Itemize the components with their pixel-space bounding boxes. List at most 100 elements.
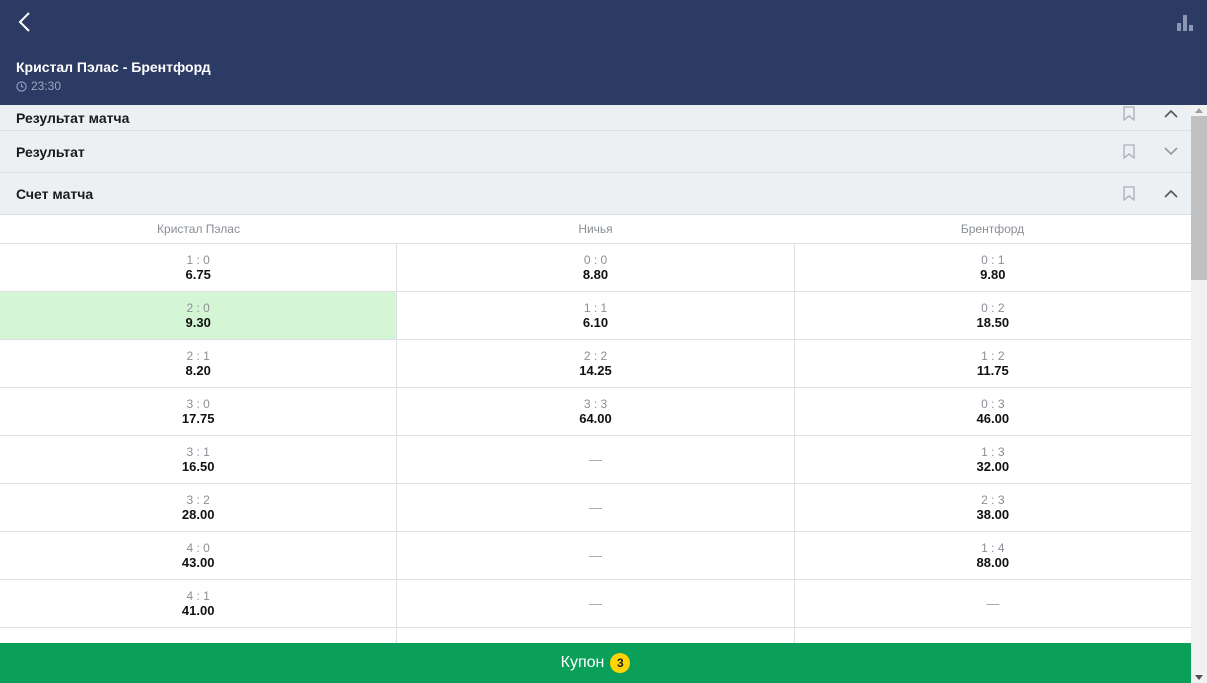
- bookmark-icon[interactable]: [1122, 144, 1136, 160]
- odds-cell: —: [794, 580, 1191, 627]
- chevron-down-icon[interactable]: [1163, 144, 1179, 160]
- section-match-result[interactable]: Результат матча: [0, 105, 1191, 131]
- score-label: 0 : 2: [981, 300, 1005, 315]
- odds-value: 64.00: [579, 410, 612, 426]
- odds-cell[interactable]: 0 : 1 9.80: [794, 244, 1191, 291]
- odds-value: 41.00: [181, 602, 215, 618]
- back-arrow-icon: [18, 12, 30, 32]
- odds-value: 32.00: [976, 458, 1010, 474]
- unavailable-dash: —: [986, 596, 1000, 611]
- odds-row: 4 : 1 41.00 — —: [0, 580, 1191, 628]
- odds-cell: [397, 628, 795, 643]
- score-label: 3 : 1: [186, 444, 210, 459]
- odds-cell[interactable]: 4 : 0 43.00: [0, 532, 398, 579]
- scrollbar-thumb[interactable]: [1191, 116, 1207, 280]
- score-label: 4 : 1: [186, 588, 210, 603]
- coupon-count-badge: 3: [610, 653, 631, 673]
- odds-cell[interactable]: 3 : 2 28.00: [0, 484, 398, 531]
- odds-grid: 1 : 0 6.75 0 : 0 8.80 0 : 1 9.80 2 : 0 9.30 1 : …: [0, 244, 1191, 643]
- chevron-up-icon[interactable]: [1163, 186, 1179, 202]
- odds-value: 8.20: [185, 362, 211, 378]
- odds-cell[interactable]: 1 : 1 6.10: [397, 292, 795, 339]
- coupon-button[interactable]: Купон 3: [0, 643, 1191, 683]
- scroll-up-arrow-icon[interactable]: [1191, 105, 1207, 116]
- odds-value: 17.75: [181, 410, 215, 426]
- odds-cell[interactable]: 1 : 2 11.75: [794, 340, 1191, 387]
- score-label: 1 : 0: [186, 252, 210, 267]
- odds-cell: —: [397, 484, 795, 531]
- odds-value: 43.00: [181, 554, 215, 570]
- clock-icon: [16, 80, 27, 92]
- odds-cell[interactable]: 1 : 0 6.75: [0, 244, 398, 291]
- odds-cell: —: [397, 580, 795, 627]
- odds-cell[interactable]: 2 : 0 9.30: [0, 292, 398, 339]
- odds-value: 6.10: [582, 314, 609, 330]
- bookmark-icon[interactable]: [1122, 186, 1136, 202]
- odds-cell[interactable]: 0 : 0 8.80: [397, 244, 795, 291]
- odds-row: 4 : 2: [0, 628, 1191, 643]
- odds-row: 3 : 0 17.75 3 : 3 64.00 0 : 3 46.00: [0, 388, 1191, 436]
- odds-cell[interactable]: 2 : 3 38.00: [794, 484, 1191, 531]
- bar-chart-icon: [1177, 15, 1193, 31]
- section-title: Счет матча: [16, 185, 94, 202]
- column-header-home: Кристал Пэлас: [157, 222, 240, 236]
- score-label: 3 : 2: [186, 492, 210, 507]
- odds-cell[interactable]: 3 : 0 17.75: [0, 388, 398, 435]
- odds-value: 8.80: [582, 266, 609, 282]
- section-result[interactable]: Результат: [0, 131, 1191, 173]
- odds-row: 2 : 1 8.20 2 : 2 14.25 1 : 2 11.75: [0, 340, 1191, 388]
- unavailable-dash: —: [588, 452, 602, 467]
- odds-cell[interactable]: 1 : 4 88.00: [794, 532, 1191, 579]
- score-column-headers: Кристал Пэлас Ничья Брентфорд: [0, 215, 1191, 244]
- section-correct-score[interactable]: Счет матча: [0, 173, 1191, 215]
- score-label: 2 : 0: [186, 300, 210, 315]
- odds-row: 3 : 2 28.00 — 2 : 3 38.00: [0, 484, 1191, 532]
- odds-value: 18.50: [976, 314, 1010, 330]
- score-label: 0 : 0: [583, 252, 608, 267]
- score-label: 2 : 2: [583, 348, 608, 363]
- odds-value: 46.00: [976, 410, 1010, 426]
- odds-row: 2 : 0 9.30 1 : 1 6.10 0 : 2 18.50: [0, 292, 1191, 340]
- odds-cell[interactable]: 2 : 2 14.25: [397, 340, 795, 387]
- odds-cell: —: [397, 436, 795, 483]
- odds-cell[interactable]: 3 : 3 64.00: [397, 388, 795, 435]
- column-header-away: Брентфорд: [960, 222, 1025, 236]
- odds-value: 14.25: [579, 362, 612, 378]
- back-button[interactable]: [10, 8, 38, 36]
- section-title: Результат: [16, 143, 85, 160]
- odds-value: 6.75: [185, 266, 211, 282]
- odds-row: 3 : 1 16.50 — 1 : 3 32.00: [0, 436, 1191, 484]
- odds-cell[interactable]: 0 : 3 46.00: [794, 388, 1191, 435]
- unavailable-dash: —: [588, 500, 602, 515]
- column-header-draw: Ничья: [578, 222, 613, 236]
- odds-cell[interactable]: 4 : 2: [0, 628, 398, 643]
- markets-list[interactable]: Результат матча Результат Счет матча Кри…: [0, 105, 1191, 643]
- score-label: 0 : 1: [981, 252, 1005, 267]
- chevron-up-icon[interactable]: [1163, 105, 1179, 121]
- odds-value: 28.00: [181, 506, 215, 522]
- odds-cell[interactable]: 0 : 2 18.50: [794, 292, 1191, 339]
- match-time: 23:30: [16, 79, 61, 93]
- unavailable-dash: —: [588, 596, 602, 611]
- bookmark-icon[interactable]: [1122, 105, 1136, 121]
- odds-value: 11.75: [976, 362, 1009, 378]
- match-time-text: 23:30: [31, 79, 62, 93]
- odds-cell[interactable]: 4 : 1 41.00: [0, 580, 398, 627]
- odds-cell[interactable]: 2 : 1 8.20: [0, 340, 398, 387]
- odds-value: 9.30: [185, 314, 211, 330]
- score-label: 0 : 3: [981, 396, 1005, 411]
- match-title: Кристал Пэлас - Брентфорд: [16, 59, 211, 75]
- scrollbar[interactable]: [1191, 105, 1207, 683]
- odds-cell[interactable]: 3 : 1 16.50: [0, 436, 398, 483]
- statistics-button[interactable]: [1173, 10, 1197, 34]
- odds-cell[interactable]: 1 : 3 32.00: [794, 436, 1191, 483]
- odds-value: 9.80: [980, 266, 1006, 282]
- scroll-down-arrow-icon[interactable]: [1191, 672, 1207, 683]
- score-label: 1 : 1: [583, 300, 608, 315]
- odds-row: 4 : 0 43.00 — 1 : 4 88.00: [0, 532, 1191, 580]
- score-label: 3 : 3: [583, 396, 608, 411]
- score-label: 1 : 4: [981, 540, 1005, 555]
- score-label: 4 : 0: [186, 540, 210, 555]
- odds-row: 1 : 0 6.75 0 : 0 8.80 0 : 1 9.80: [0, 244, 1191, 292]
- unavailable-dash: —: [588, 548, 602, 563]
